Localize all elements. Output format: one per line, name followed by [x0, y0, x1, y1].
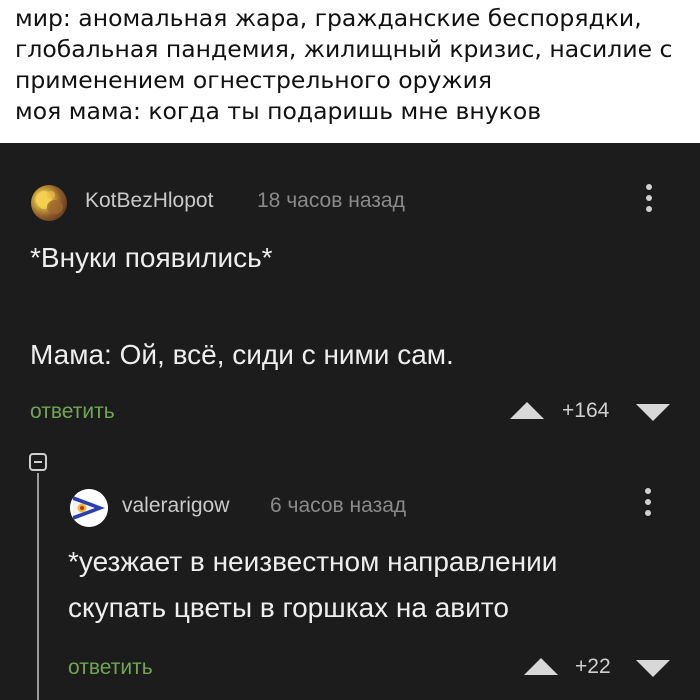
- user-avatar-icon[interactable]: [70, 489, 108, 527]
- more-vertical-icon[interactable]: [644, 184, 654, 218]
- comment-username[interactable]: KotBezHlopot: [85, 189, 213, 213]
- comment-rating: +164: [562, 399, 610, 422]
- user-avatar-icon[interactable]: [31, 185, 67, 221]
- comment-text-line: *Внуки появились*: [30, 242, 273, 273]
- caption-line: глобальная пандемия, жилищный кризис, на…: [15, 35, 673, 63]
- comment-rating: +22: [575, 655, 611, 678]
- comment-thread: KotBezHlopot 18 часов назад *Внуки появи…: [0, 143, 700, 700]
- comment-text-line: Мама: Ой, всё, сиди с ними сам.: [30, 339, 454, 370]
- caption-line: моя мама: когда ты подаришь мне внуков: [15, 97, 542, 125]
- comment-timestamp[interactable]: 6 часов назад: [270, 494, 406, 518]
- caption-line: мир: аномальная жара, гражданские беспор…: [15, 4, 642, 32]
- collapse-minus-icon[interactable]: [29, 453, 47, 471]
- comment-username[interactable]: valerarigow: [122, 494, 229, 518]
- comment-text-line: *уезжает в неизвестном направлении: [68, 546, 558, 577]
- meme-caption: мир: аномальная жара, гражданские беспор…: [0, 0, 700, 143]
- thread-line[interactable]: [37, 473, 39, 700]
- comment-text-line: скупать цветы в горшках на авито: [68, 592, 509, 623]
- upvote-arrow-icon[interactable]: [524, 658, 558, 675]
- comment-timestamp[interactable]: 18 часов назад: [257, 189, 405, 213]
- downvote-arrow-icon[interactable]: [636, 404, 670, 421]
- caption-line: применением огнестрельного оружия: [15, 66, 492, 94]
- reply-link[interactable]: ответить: [30, 400, 115, 424]
- downvote-arrow-icon[interactable]: [636, 660, 670, 677]
- upvote-arrow-icon[interactable]: [510, 402, 544, 419]
- more-vertical-icon[interactable]: [643, 488, 653, 522]
- reply-link[interactable]: ответить: [68, 656, 153, 680]
